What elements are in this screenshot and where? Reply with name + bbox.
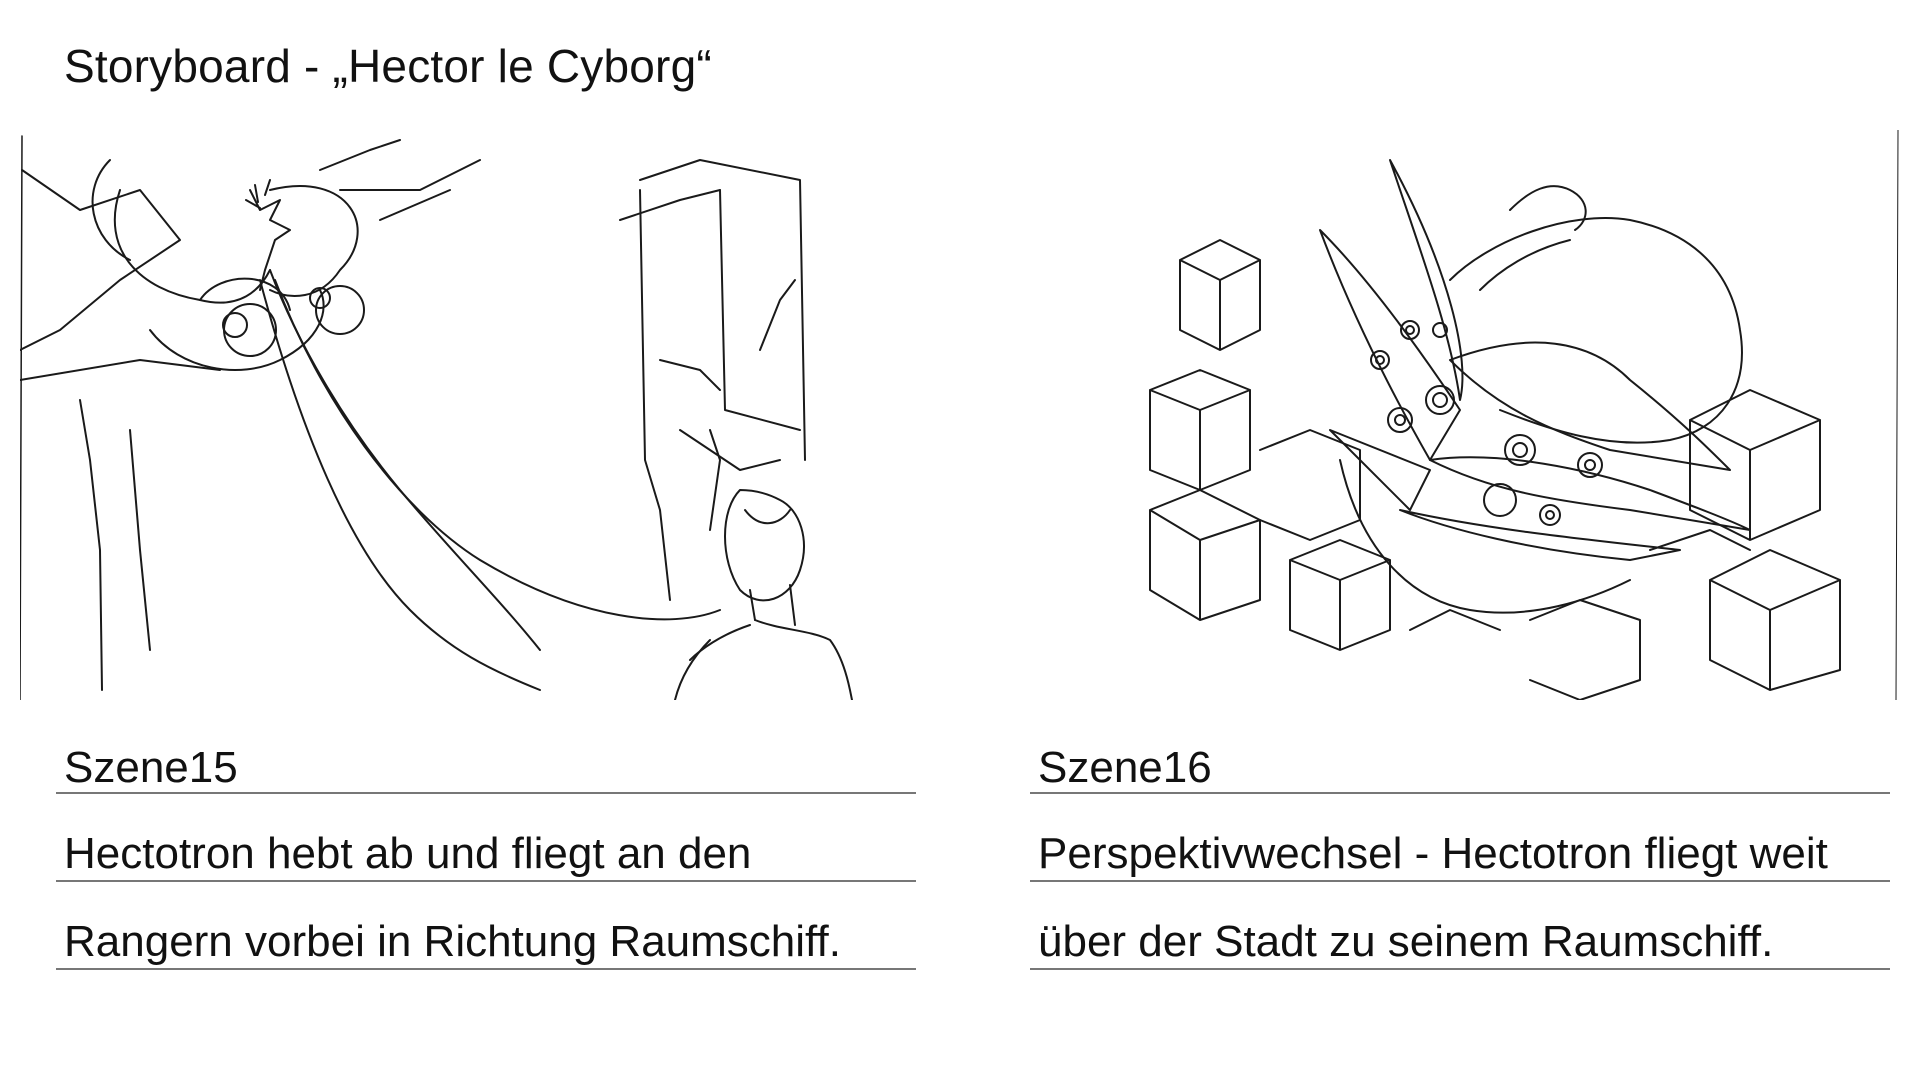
- scene-16-description-line-2: über der Stadt zu seinem Raumschiff.: [1038, 917, 1774, 966]
- scene-15-description-line-2: Rangern vorbei in Richtung Raumschiff.: [64, 917, 841, 966]
- scene-15-sketch: [20, 130, 900, 700]
- scene-16-text-line-2: über der Stadt zu seinem Raumschiff.: [1030, 882, 1890, 970]
- scene-15-caption: Szene15 Hectotron hebt ab und fliegt an …: [56, 700, 916, 970]
- scene-15-text-line-1: Hectotron hebt ab und fliegt an den: [56, 794, 916, 882]
- storyboard-title: Storyboard - „Hector le Cyborg“: [64, 40, 712, 92]
- scene-16-text-line-1: Perspektivwechsel - Hectotron fliegt wei…: [1030, 794, 1890, 882]
- scene-16-drawing: [1149, 130, 1899, 700]
- scene-15-drawing: [20, 135, 853, 700]
- scene-15-text-line-2: Rangern vorbei in Richtung Raumschiff.: [56, 882, 916, 970]
- scene-16-label: Szene16: [1038, 743, 1212, 792]
- scene-15-description-line-1: Hectotron hebt ab und fliegt an den: [64, 829, 752, 878]
- scene-15-label: Szene15: [64, 743, 238, 792]
- scene-16-label-line: Szene16: [1030, 700, 1890, 794]
- scene-16-sketch: [1030, 130, 1900, 700]
- scene-16-caption: Szene16 Perspektivwechsel - Hectotron fl…: [1030, 700, 1890, 970]
- scene-16-description-line-1: Perspektivwechsel - Hectotron fliegt wei…: [1038, 829, 1828, 878]
- scene-15-label-line: Szene15: [56, 700, 916, 794]
